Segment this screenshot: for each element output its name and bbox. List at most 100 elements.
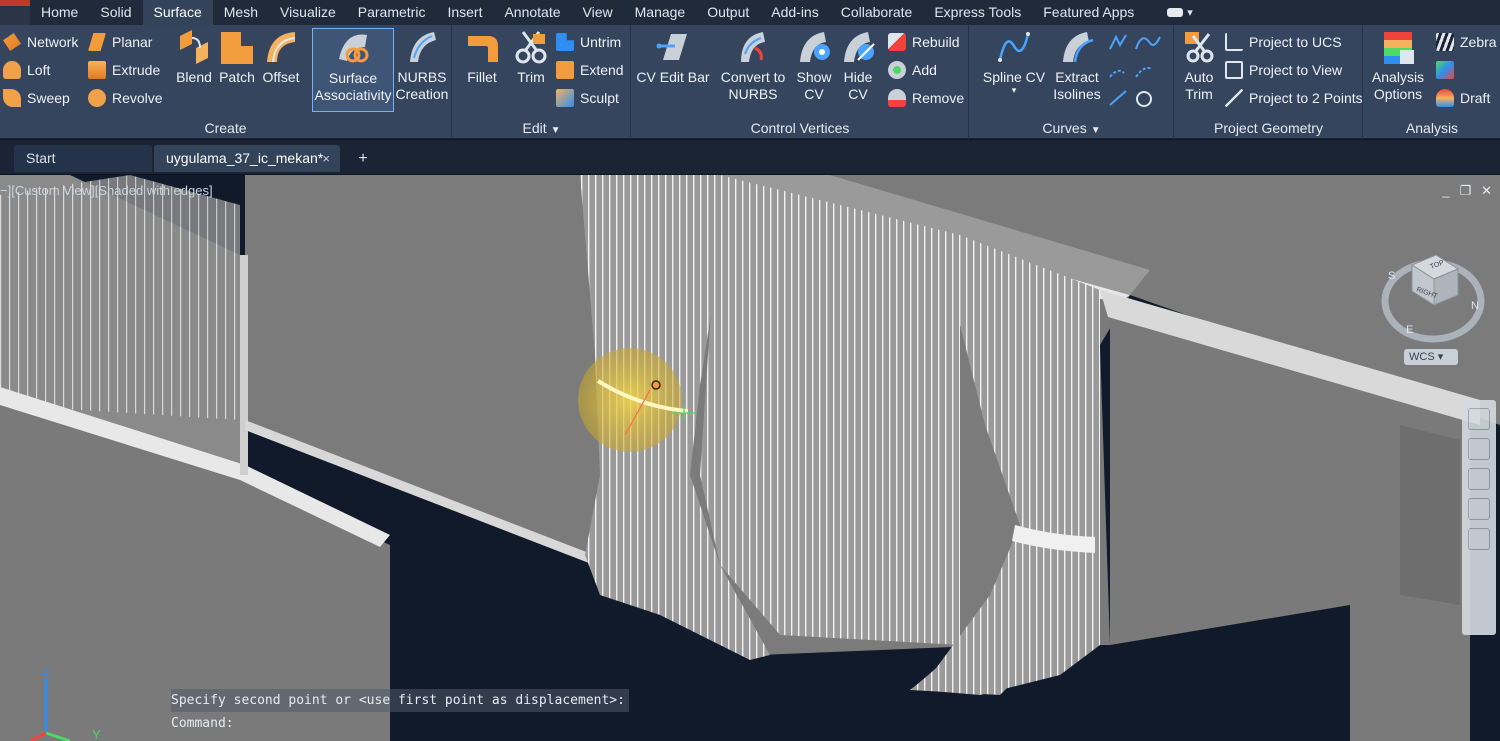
cv-edit-bar-button[interactable]: CV Edit Bar xyxy=(636,28,710,112)
panel-title-control-vertices: Control Vertices xyxy=(750,120,850,136)
tab-express-tools[interactable]: Express Tools xyxy=(923,0,1032,25)
project-to-ucs-button[interactable]: Project to UCS xyxy=(1225,31,1342,53)
tab-home[interactable]: Home xyxy=(30,0,89,25)
drawing-viewport[interactable]: −][Custom View][Shaded with edges] _ ❐ ✕… xyxy=(0,175,1500,741)
command-line[interactable]: Specify second point or <use first point… xyxy=(171,689,629,735)
hide-cv-button[interactable]: Hide CV xyxy=(840,28,876,112)
blend-button[interactable]: Blend xyxy=(174,28,214,112)
ucs-icon: Z Y xyxy=(30,667,101,741)
scissors-icon xyxy=(515,31,547,64)
blend-curves-icon[interactable] xyxy=(1109,34,1127,50)
curve-tools-grid[interactable] xyxy=(1106,31,1166,111)
add-cv-button[interactable]: Add xyxy=(888,59,937,81)
draft-button[interactable]: Draft xyxy=(1436,87,1490,109)
extract-isolines-button[interactable]: Extract Isolines xyxy=(1052,28,1102,112)
wcs-menu[interactable]: WCS ▾ xyxy=(1404,349,1458,365)
tab-view[interactable]: View xyxy=(572,0,624,25)
curvature-icon xyxy=(1436,61,1454,79)
fit-spline-icon[interactable] xyxy=(1135,67,1153,78)
compass-north-label: N xyxy=(1471,300,1479,312)
restore-icon[interactable]: ❐ xyxy=(1459,183,1471,199)
close-icon[interactable]: × xyxy=(322,145,330,172)
file-tab-start[interactable]: Start xyxy=(14,145,152,172)
chevron-down-icon: ▼ xyxy=(1090,125,1101,136)
fillet-button[interactable]: Fillet xyxy=(459,28,505,112)
minimize-icon[interactable]: _ xyxy=(1442,183,1449,199)
close-icon[interactable]: ✕ xyxy=(1481,183,1492,199)
surface-associativity-button[interactable]: Surface Associativity xyxy=(312,28,394,112)
show-cv-button[interactable]: Show CV xyxy=(796,28,832,112)
extrude-icon xyxy=(88,61,106,79)
remove-cv-button[interactable]: Remove xyxy=(888,87,964,109)
project-to-view-button[interactable]: Project to View xyxy=(1225,59,1342,81)
ribbon: Network Loft Sweep Planar Extrude Revolv… xyxy=(0,25,1500,139)
panel-title-curves[interactable]: Curves ▼ xyxy=(970,120,1173,136)
zoom-icon[interactable] xyxy=(1468,468,1490,490)
revolve-button[interactable]: Revolve xyxy=(88,87,163,109)
tab-surface[interactable]: Surface xyxy=(142,0,213,25)
planar-button[interactable]: Planar xyxy=(88,31,152,53)
center-drape xyxy=(700,175,960,645)
tab-add-ins[interactable]: Add-ins xyxy=(760,0,829,25)
line-icon[interactable] xyxy=(1109,90,1127,106)
panel-title-analysis: Analysis xyxy=(1405,120,1459,136)
extend-icon xyxy=(556,61,574,79)
ucs-y-axis xyxy=(45,731,71,741)
offset-curve-icon[interactable] xyxy=(1109,69,1125,78)
tab-parametric[interactable]: Parametric xyxy=(347,0,437,25)
left-partition-edge xyxy=(240,255,248,475)
circle-icon[interactable] xyxy=(1136,91,1152,107)
loft-button[interactable]: Loft xyxy=(3,59,50,81)
trim-button[interactable]: Trim xyxy=(511,28,551,112)
nurbs-creation-button[interactable]: NURBS Creation xyxy=(396,28,448,112)
network-button[interactable]: Network xyxy=(3,31,78,53)
analysis-options-button[interactable]: Analysis Options xyxy=(1368,28,1428,112)
viewport-controls-label[interactable]: −][Custom View][Shaded with edges] xyxy=(0,183,213,198)
sculpt-button[interactable]: Sculpt xyxy=(556,87,619,109)
convert-to-nurbs-button[interactable]: Convert to NURBS xyxy=(718,28,788,112)
cv-edit-bar-icon xyxy=(656,34,687,60)
tab-insert[interactable]: Insert xyxy=(436,0,493,25)
project-to-2-points-button[interactable]: Project to 2 Points xyxy=(1225,87,1363,109)
tab-collaborate[interactable]: Collaborate xyxy=(830,0,924,25)
tab-featured-apps[interactable]: Featured Apps xyxy=(1032,0,1145,25)
patch-button[interactable]: Patch xyxy=(217,28,257,112)
project-to-ucs-icon xyxy=(1225,33,1243,51)
file-tab-document[interactable]: uygulama_37_ic_mekan* × xyxy=(154,145,340,172)
draft-icon xyxy=(1436,89,1454,107)
orbit-icon[interactable] xyxy=(1468,498,1490,520)
tab-manage[interactable]: Manage xyxy=(624,0,697,25)
patch-icon xyxy=(221,32,253,64)
ribbon-minimize-icon xyxy=(1167,8,1184,17)
viewcube[interactable]: TOP RIGHT S N E xyxy=(1378,243,1488,353)
tab-output[interactable]: Output xyxy=(696,0,760,25)
auto-trim-button[interactable]: Auto Trim xyxy=(1179,28,1219,112)
tab-visualize[interactable]: Visualize xyxy=(269,0,347,25)
panel-title-project-geometry: Project Geometry xyxy=(1214,120,1323,136)
panel-title-edit[interactable]: Edit ▼ xyxy=(453,120,630,136)
steering-wheel-icon[interactable] xyxy=(1468,408,1490,430)
grip-point[interactable] xyxy=(651,380,661,390)
new-tab-button[interactable]: + xyxy=(350,145,376,172)
ribbon-display-toggle[interactable]: ▾ xyxy=(1167,6,1193,19)
app-logo-icon[interactable] xyxy=(0,0,30,25)
tab-annotate[interactable]: Annotate xyxy=(493,0,571,25)
viewport-window-controls: _ ❐ ✕ xyxy=(1442,183,1492,199)
panel-curves: Spline CV ▾ Extract Isolines Curves ▼ xyxy=(970,25,1174,139)
showmotion-icon[interactable] xyxy=(1468,528,1490,550)
command-prompt[interactable]: Command: xyxy=(171,712,629,735)
spline-cv-button[interactable]: Spline CV ▾ xyxy=(978,28,1050,112)
curvature-button[interactable] xyxy=(1436,59,1454,81)
tab-solid[interactable]: Solid xyxy=(89,0,142,25)
tab-mesh[interactable]: Mesh xyxy=(213,0,269,25)
polyline-icon[interactable] xyxy=(1135,36,1161,50)
extrude-button[interactable]: Extrude xyxy=(88,59,160,81)
zebra-button[interactable]: Zebra xyxy=(1436,31,1497,53)
pan-icon[interactable] xyxy=(1468,438,1490,460)
panel-control-vertices: CV Edit Bar Convert to NURBS Show CV Hid… xyxy=(632,25,969,139)
rebuild-button[interactable]: Rebuild xyxy=(888,31,959,53)
offset-button[interactable]: Offset xyxy=(260,28,302,112)
sweep-button[interactable]: Sweep xyxy=(3,87,70,109)
extend-button[interactable]: Extend xyxy=(556,59,624,81)
untrim-button[interactable]: Untrim xyxy=(556,31,621,53)
